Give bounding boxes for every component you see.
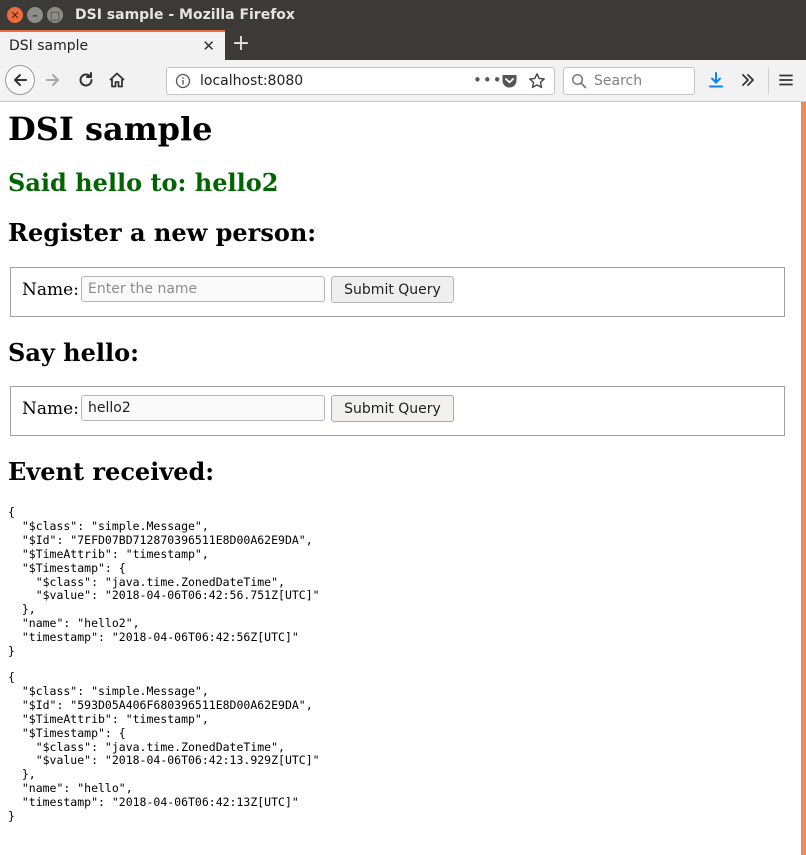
register-form: Name: Submit Query	[10, 267, 785, 317]
url-text[interactable]: localhost:8080	[200, 73, 303, 89]
forward-icon[interactable]	[42, 69, 64, 91]
say-hello-form: Name: Submit Query	[10, 386, 785, 436]
say-hello-name-label: Name:	[22, 399, 79, 419]
reload-icon[interactable]	[75, 69, 97, 91]
window-title: DSI sample - Mozilla Firefox	[75, 7, 295, 23]
say-hello-heading: Say hello:	[8, 338, 140, 367]
menu-icon[interactable]	[775, 69, 797, 91]
overflow-icon[interactable]	[737, 69, 759, 91]
tab-dsi-sample[interactable]: DSI sample ✕	[0, 30, 225, 60]
maximize-icon[interactable]: □	[47, 7, 63, 23]
say-hello-name-input[interactable]	[81, 395, 325, 421]
nav-toolbar: localhost:8080 •••	[0, 60, 806, 102]
tab-close-icon[interactable]: ✕	[202, 37, 215, 55]
tab-label: DSI sample	[9, 38, 89, 54]
url-bar[interactable]: localhost:8080 •••	[166, 67, 555, 95]
scrollbar-accent	[801, 102, 806, 855]
minimize-icon[interactable]: –	[27, 7, 43, 23]
search-bar[interactable]	[563, 67, 695, 95]
page-title: DSI sample	[8, 110, 213, 148]
register-name-input[interactable]	[81, 276, 325, 302]
window-controls: ✕ – □	[7, 7, 63, 23]
say-hello-submit-button[interactable]: Submit Query	[331, 395, 454, 422]
search-icon	[571, 73, 587, 93]
pocket-icon[interactable]	[501, 73, 518, 93]
event-json: { "$class": "simple.Message", "$Id": "7E…	[8, 505, 320, 659]
greeting-message: Said hello to: hello2	[8, 168, 279, 197]
window-titlebar: ✕ – □ DSI sample - Mozilla Firefox	[0, 0, 806, 30]
page-actions-icon[interactable]: •••	[473, 71, 503, 89]
register-name-label: Name:	[22, 280, 79, 300]
events-heading: Event received:	[8, 457, 215, 486]
search-input[interactable]	[594, 72, 690, 90]
close-icon[interactable]: ✕	[7, 7, 23, 23]
register-heading: Register a new person:	[8, 218, 317, 247]
back-icon[interactable]	[5, 65, 35, 95]
toolbar-separator	[768, 68, 769, 94]
info-icon[interactable]	[175, 73, 191, 93]
download-icon[interactable]	[705, 69, 727, 91]
bookmark-star-icon[interactable]	[528, 72, 546, 94]
register-submit-button[interactable]: Submit Query	[331, 276, 454, 303]
event-json: { "$class": "simple.Message", "$Id": "59…	[8, 670, 320, 824]
home-icon[interactable]	[106, 69, 128, 91]
tab-strip: DSI sample ✕ +	[0, 30, 806, 60]
new-tab-icon[interactable]: +	[230, 31, 252, 57]
